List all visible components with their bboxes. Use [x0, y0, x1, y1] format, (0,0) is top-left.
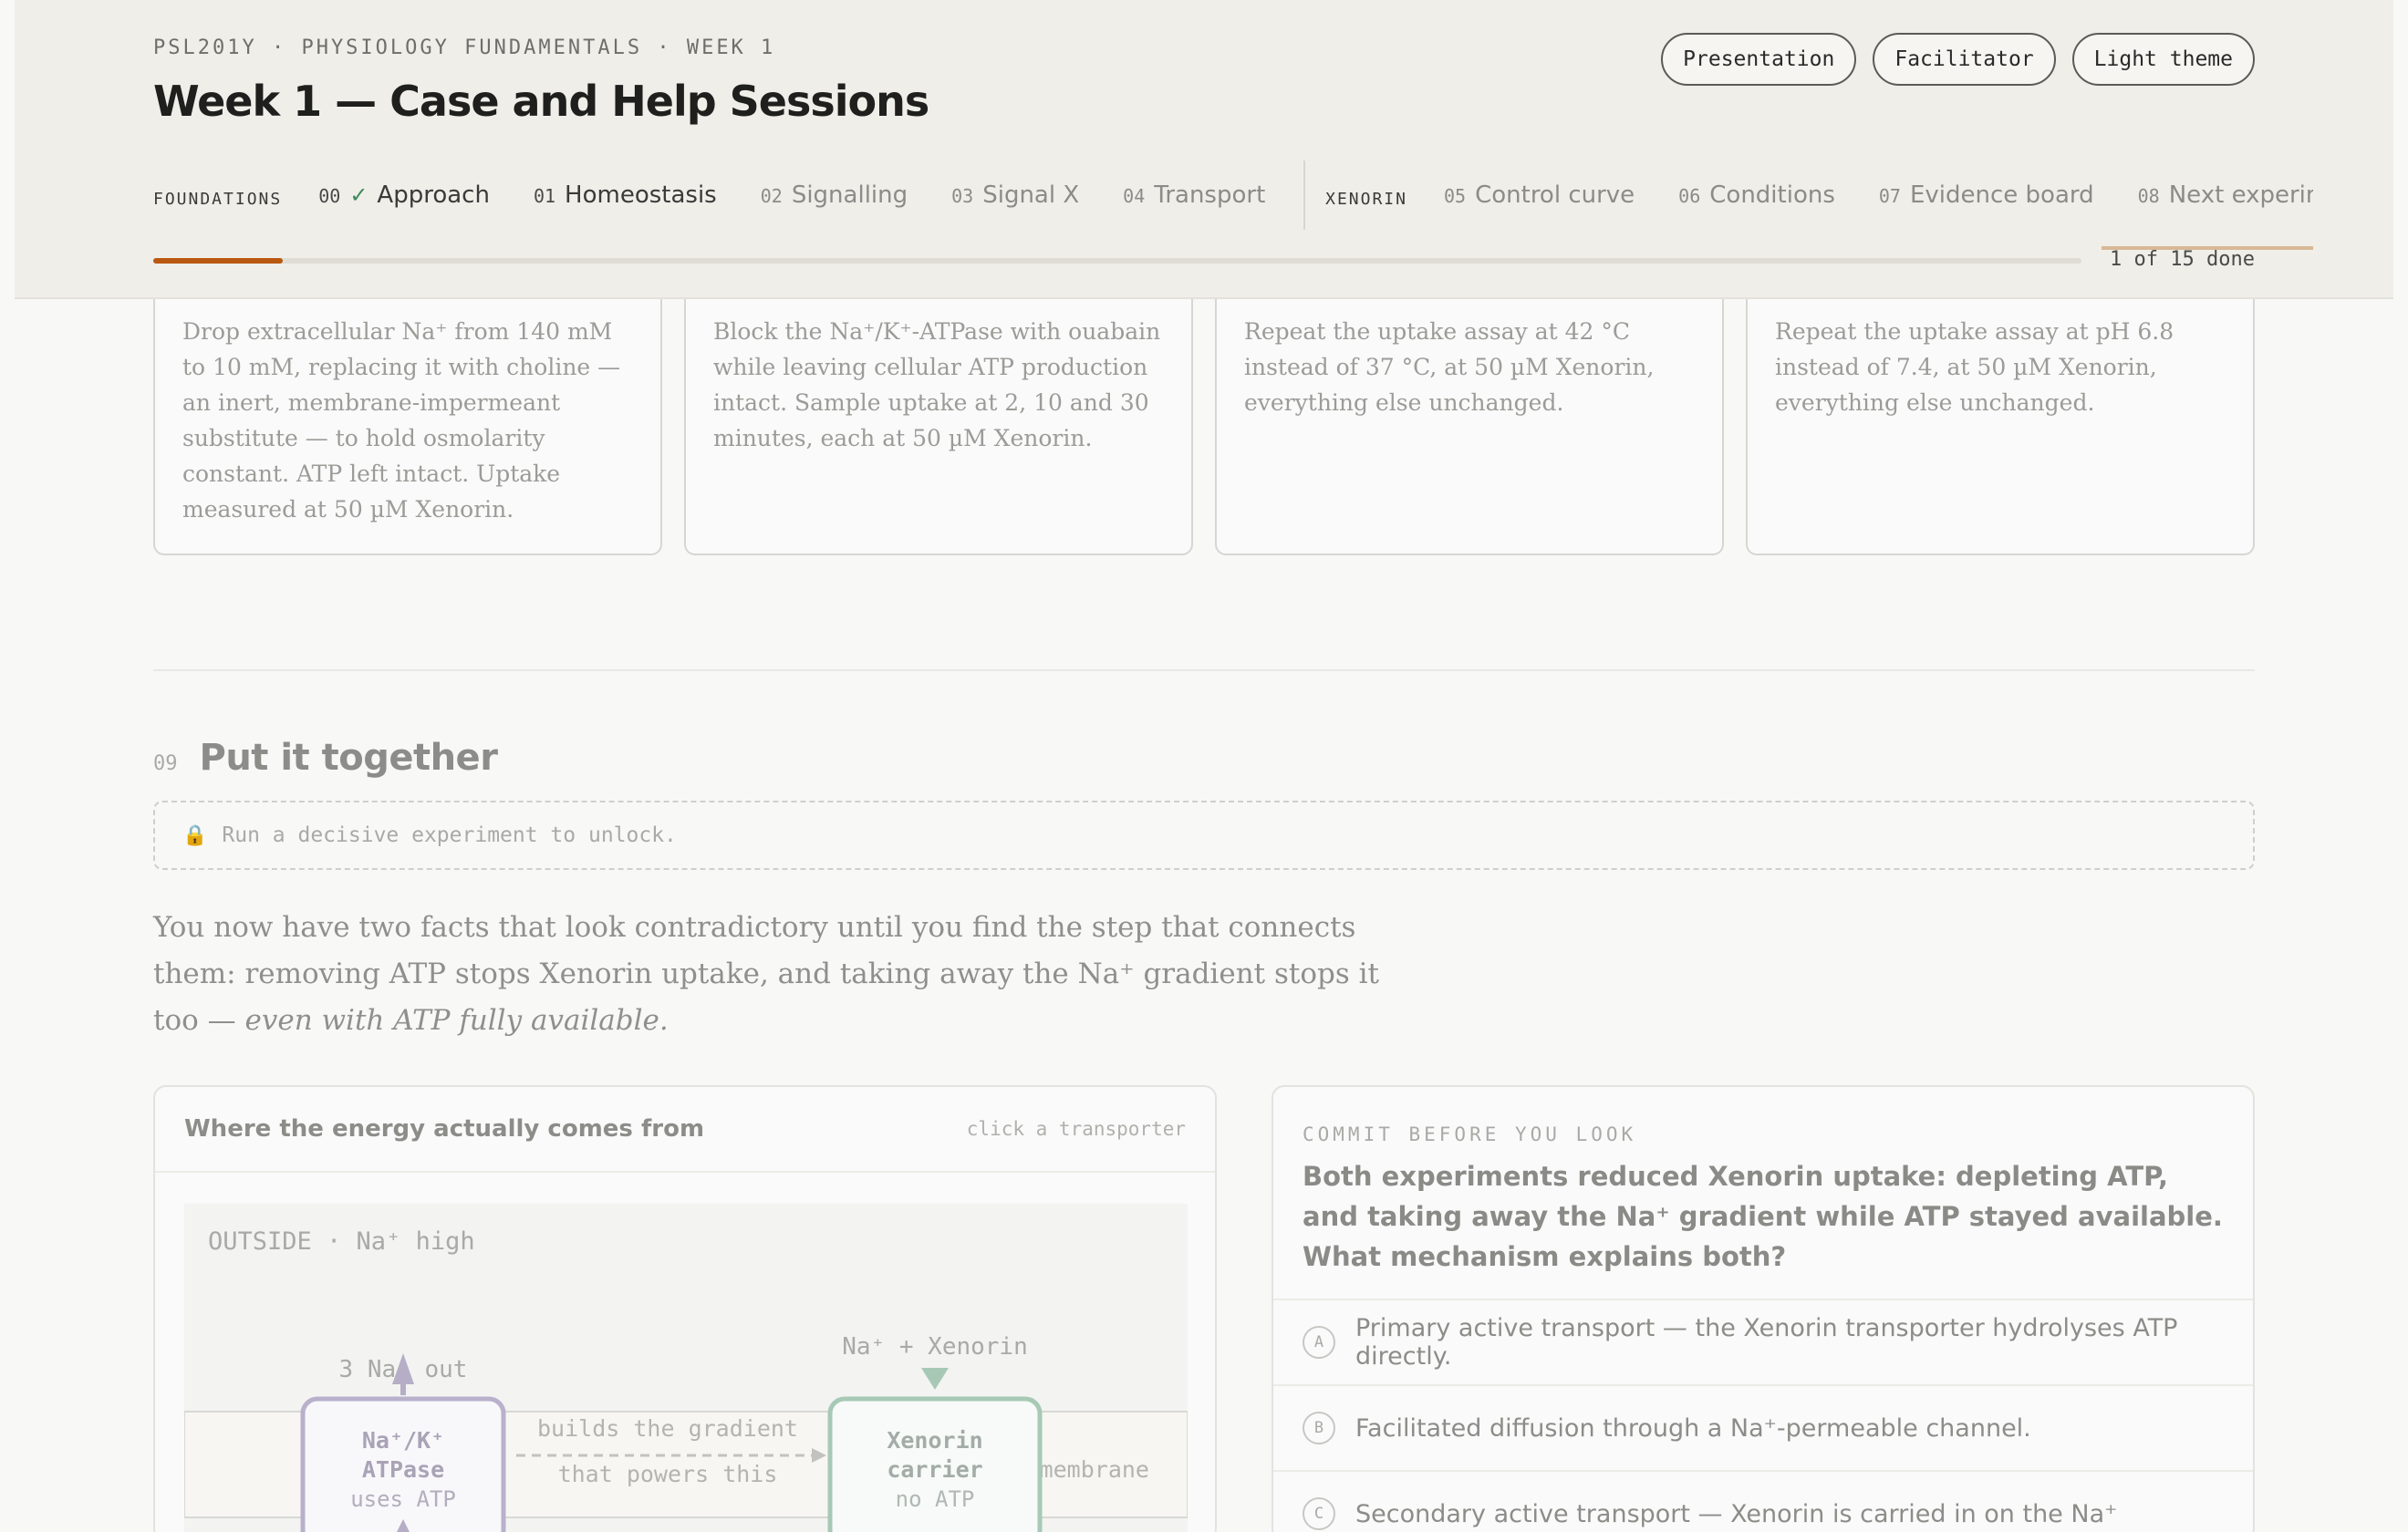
tab-number: 04 [1123, 185, 1146, 207]
tab-label: Transport [1154, 181, 1266, 209]
section-divider [153, 669, 2255, 671]
energy-panel: Where the energy actually comes from cli… [153, 1085, 1217, 1532]
experiment-text: Block the Na⁺/K⁺-ATPase with ouabain whi… [713, 318, 1161, 451]
presentation-button[interactable]: Presentation [1661, 33, 1857, 86]
tab-number: 08 [2137, 185, 2160, 207]
energy-panel-header: Where the energy actually comes from cli… [155, 1087, 1215, 1173]
carrier-top-label: Na⁺ + Xenorin [842, 1333, 1028, 1361]
link-label: that powers this [558, 1461, 778, 1487]
outside-label: OUTSIDE · Na⁺ high [208, 1227, 475, 1256]
carrier-line: Xenorin [887, 1427, 982, 1454]
pump-line: Na⁺/K⁺ [362, 1427, 444, 1454]
question-kicker: COMMIT BEFORE YOU LOOK [1303, 1123, 1637, 1145]
tab-label: Approach [377, 181, 490, 209]
intro-emphasis: even with ATP fully available. [244, 1004, 669, 1037]
tab-label: Homeostasis [565, 181, 717, 209]
breadcrumb: PSL201Y · PHYSIOLOGY FUNDAMENTALS · WEEK… [153, 36, 776, 59]
tab-signalling[interactable]: 02 Signalling [761, 162, 908, 228]
progress-fill [153, 258, 283, 264]
answer-option-b[interactable]: B Facilitated diffusion through a Na⁺-pe… [1273, 1384, 2253, 1470]
header-actions: Presentation Facilitator Light theme [1661, 33, 2255, 86]
tab-number: 07 [1878, 185, 1901, 207]
carrier-line: no ATP [896, 1486, 975, 1512]
tab-number: 03 [951, 185, 974, 207]
facilitator-button[interactable]: Facilitator [1873, 33, 2056, 86]
xenorin-carrier[interactable]: Xenorin carrier no ATP [827, 1396, 1043, 1532]
pump-line: ATPase [362, 1456, 444, 1483]
tab-label: Signal X [982, 181, 1080, 209]
pump-line: uses ATP [350, 1486, 456, 1512]
course-header: PSL201Y · PHYSIOLOGY FUNDAMENTALS · WEEK… [15, 0, 2393, 299]
energy-panel-title: Where the energy actually comes from [184, 1115, 705, 1143]
section-heading: 09 Put it together [153, 737, 498, 779]
tab-number: 01 [533, 185, 556, 207]
group-divider [1303, 160, 1306, 230]
tab-number: 02 [760, 185, 783, 207]
group-label-foundations: FOUNDATIONS [153, 189, 283, 209]
tab-transport[interactable]: 04 Transport [1123, 162, 1265, 228]
check-icon: ✓ [349, 182, 368, 208]
carrier-down-arrow [921, 1368, 949, 1390]
membrane-label: membrane [1040, 1456, 1149, 1483]
experiment-cards: Drop extracellular Na⁺ from 140 mM to 10… [153, 274, 2255, 555]
option-label: Secondary active transport — Xenorin is … [1355, 1499, 2118, 1528]
experiment-card[interactable]: Drop extracellular Na⁺ from 140 mM to 10… [153, 274, 662, 555]
section-title: Put it together [199, 737, 498, 779]
tab-homeostasis[interactable]: 01 Homeostasis [534, 162, 717, 228]
tab-conditions[interactable]: 06 Conditions [1678, 162, 1835, 228]
option-letter: A [1303, 1326, 1335, 1359]
group-label-xenorin: XENORIN [1325, 189, 1407, 209]
tab-label: Next experiment [2168, 181, 2313, 209]
option-label: Primary active transport — the Xenorin t… [1355, 1314, 2178, 1371]
page-title: Week 1 — Case and Help Sessions [153, 77, 929, 126]
locked-text: Run a decisive experiment to unlock. [222, 823, 677, 847]
transport-diagram: OUTSIDE · Na⁺ high membrane 3 Na⁺ out Na… [183, 1204, 1188, 1532]
section-intro: You now have two facts that look contrad… [153, 905, 1430, 1044]
na-k-atpase-pump[interactable]: Na⁺/K⁺ ATPase uses ATP [300, 1396, 506, 1532]
energy-panel-hint: click a transporter [966, 1118, 1186, 1140]
option-letter: B [1303, 1412, 1335, 1444]
locked-notice: 🔒 Run a decisive experiment to unlock. [153, 801, 2255, 870]
transport-diagram-svg: OUTSIDE · Na⁺ high membrane 3 Na⁺ out Na… [183, 1227, 1188, 1532]
theme-toggle-button[interactable]: Light theme [2071, 33, 2255, 86]
tab-number: 05 [1443, 185, 1467, 207]
experiment-text: Repeat the uptake assay at pH 6.8 instea… [1775, 318, 2174, 416]
tab-approach[interactable]: 00 ✓ Approach [318, 162, 490, 228]
option-letter: C [1303, 1497, 1335, 1530]
answer-option-a[interactable]: A Primary active transport — the Xenorin… [1273, 1299, 2253, 1384]
answer-option-c[interactable]: C Secondary active transport — Xenorin i… [1273, 1470, 2253, 1532]
progress-label: 1 of 15 done [2110, 248, 2255, 271]
question-text: Both experiments reduced Xenorin uptake:… [1303, 1161, 2223, 1272]
experiment-card[interactable]: Block the Na⁺/K⁺-ATPase with ouabain whi… [684, 274, 1193, 555]
experiment-card[interactable]: Repeat the uptake assay at pH 6.8 instea… [1746, 274, 2255, 555]
experiment-text: Drop extracellular Na⁺ from 140 mM to 10… [182, 318, 621, 523]
tab-scroller: 05 Control curve 06 Conditions 07 Eviden… [1444, 162, 2313, 255]
experiment-card[interactable]: Repeat the uptake assay at 42 °C instead… [1215, 274, 1724, 555]
carrier-line: carrier [887, 1456, 982, 1483]
experiment-text: Repeat the uptake assay at 42 °C instead… [1244, 318, 1655, 416]
section-number: 09 [153, 752, 178, 775]
tab-number: 00 [318, 185, 341, 207]
progress-bar [153, 258, 2081, 264]
tab-control-curve[interactable]: 05 Control curve [1444, 162, 1635, 228]
tab-number: 06 [1678, 185, 1701, 207]
section-nav: FOUNDATIONS 00 ✓ Approach 01 Homeostasis… [153, 160, 2313, 250]
option-label: Facilitated diffusion through a Na⁺-perm… [1355, 1413, 2031, 1443]
tab-evidence-board[interactable]: 07 Evidence board [1879, 162, 2094, 228]
lock-icon: 🔒 [182, 823, 208, 847]
tab-label: Control curve [1475, 181, 1635, 209]
tab-label: Signalling [791, 181, 908, 209]
tab-label: Evidence board [1909, 181, 2094, 209]
tab-signal-x[interactable]: 03 Signal X [951, 162, 1079, 228]
tab-next-experiment[interactable]: 08 Next experiment [2101, 162, 2313, 250]
tab-label: Conditions [1709, 181, 1835, 209]
question-panel: COMMIT BEFORE YOU LOOK Both experiments … [1271, 1085, 2255, 1532]
link-label: builds the gradient [537, 1415, 798, 1442]
